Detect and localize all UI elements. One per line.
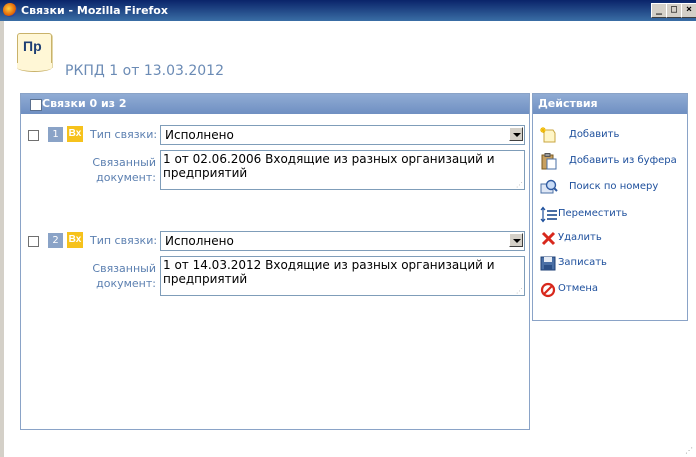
actions-panel-title: Действия xyxy=(533,94,687,114)
link-row: 2 Вх Тип связки: Исполнено Связанный док… xyxy=(21,228,529,318)
incoming-doc-icon: Вх xyxy=(67,232,83,248)
row-checkbox[interactable] xyxy=(28,130,39,141)
links-panel-title: Связки 0 из 2 xyxy=(42,97,127,110)
links-panel: Связки 0 из 2 1 Вх Тип связки: Исполнено… xyxy=(20,93,530,430)
minimize-button[interactable]: _ xyxy=(651,3,667,18)
add-from-buffer-label: Добавить из буфера xyxy=(569,155,677,166)
window-title: Связки - Mozilla Firefox xyxy=(21,4,168,17)
save-icon xyxy=(540,256,556,271)
move-action[interactable]: Переместить xyxy=(538,205,686,225)
search-by-number-label: Поиск по номеру xyxy=(569,181,659,192)
page-title: РКПД 1 от 13.03.2012 xyxy=(65,63,224,79)
add-icon xyxy=(540,127,556,143)
link-type-label: Тип связки: xyxy=(90,128,158,141)
document-type-badge: Пр xyxy=(23,38,42,54)
actions-panel: Действия Добавить Добавить из буфера Пои… xyxy=(532,93,688,321)
cancel-icon xyxy=(540,282,556,298)
row-number: 1 xyxy=(48,127,63,142)
search-by-number-action[interactable]: Поиск по номеру xyxy=(538,178,686,198)
linked-doc-field[interactable]: 1 от 14.03.2012 Входящие из разных орган… xyxy=(160,256,525,296)
delete-action[interactable]: Удалить xyxy=(538,229,686,249)
linked-doc-label: Связанный документ: xyxy=(92,262,156,290)
links-panel-header: Связки 0 из 2 xyxy=(21,94,529,114)
move-icon xyxy=(540,206,557,223)
save-action[interactable]: Записать xyxy=(538,254,686,274)
close-button[interactable]: × xyxy=(681,3,696,18)
search-number-icon xyxy=(540,179,558,194)
maximize-button[interactable]: □ xyxy=(666,3,682,18)
linked-doc-label: Связанный документ: xyxy=(92,156,156,184)
row-checkbox[interactable] xyxy=(28,236,39,247)
incoming-doc-icon: Вх xyxy=(67,126,83,142)
link-type-select[interactable]: Исполнено xyxy=(160,231,525,251)
save-action-label: Записать xyxy=(558,257,607,268)
row-number: 2 xyxy=(48,233,63,248)
move-action-label: Переместить xyxy=(558,208,628,219)
dropdown-arrow-icon[interactable] xyxy=(509,233,523,247)
link-row: 1 Вх Тип связки: Исполнено Связанный док… xyxy=(21,122,529,212)
link-type-value: Исполнено xyxy=(165,234,234,248)
delete-icon xyxy=(541,231,556,246)
add-action[interactable]: Добавить xyxy=(538,126,686,146)
linked-doc-field[interactable]: 1 от 02.06.2006 Входящие из разных орган… xyxy=(160,150,525,190)
add-action-label: Добавить xyxy=(569,129,620,140)
linked-doc-value: 1 от 02.06.2006 Входящие из разных орган… xyxy=(163,152,495,180)
linked-doc-value: 1 от 14.03.2012 Входящие из разных орган… xyxy=(163,258,495,286)
link-type-label: Тип связки: xyxy=(90,234,158,247)
dropdown-arrow-icon[interactable] xyxy=(509,127,523,141)
window-resize-grip-icon[interactable]: ⋰ xyxy=(685,446,693,455)
paste-icon xyxy=(541,153,557,170)
link-type-select[interactable]: Исполнено xyxy=(160,125,525,145)
link-type-value: Исполнено xyxy=(165,128,234,142)
select-all-checkbox[interactable] xyxy=(30,99,42,111)
window-titlebar[interactable]: Связки - Mozilla Firefox _ □ × xyxy=(0,0,696,21)
delete-action-label: Удалить xyxy=(558,232,602,243)
cancel-action-label: Отмена xyxy=(558,283,599,294)
add-from-buffer-action[interactable]: Добавить из буфера xyxy=(538,152,686,172)
document-type-icon: Пр xyxy=(17,33,52,72)
cancel-action[interactable]: Отмена xyxy=(538,280,686,300)
firefox-icon xyxy=(3,3,17,17)
resize-grip-icon[interactable]: ⋰ xyxy=(516,288,523,295)
resize-grip-icon[interactable]: ⋰ xyxy=(516,182,523,189)
